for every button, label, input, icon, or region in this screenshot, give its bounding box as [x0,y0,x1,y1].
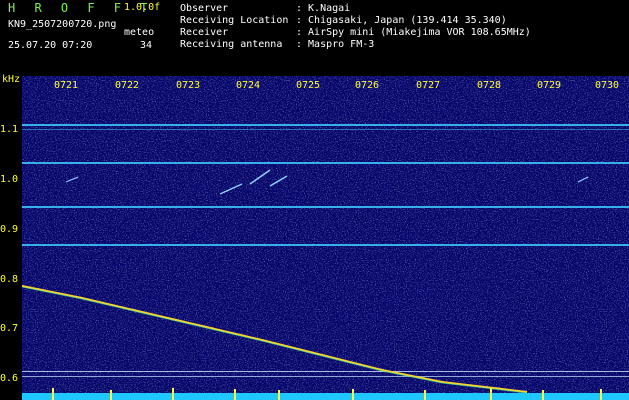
receiver-value: : AirSpy mini (Miakejima VOR 108.65MHz) [296,27,531,38]
meteor-count: 34 [140,40,153,51]
meteo-label: meteo [124,27,155,38]
header: H R O F F T 1.0.0f KN9_2507200720.png me… [0,0,629,74]
x-tick-label: 0730 [595,80,620,91]
spike [424,390,426,400]
x-tick-label: 0728 [477,80,502,91]
x-tick-label: 0722 [115,80,140,91]
spike [490,388,492,400]
spike [172,388,174,400]
antenna-label: Receiving antenna [180,39,283,50]
y-tick-label: 1.0 [0,174,19,185]
spectrogram-canvas [22,76,629,400]
y-tick-label: 0.7 [0,323,19,334]
file-name: KN9_2507200720.png [8,19,117,30]
carrier-line [22,162,629,164]
date-time: 25.07.20 07:20 [8,40,93,51]
carrier-line [22,206,629,208]
receiver-label: Receiver [180,27,229,38]
spike [600,389,602,400]
antenna-value: : Maspro FM-3 [296,39,375,50]
location-value: : Chigasaki, Japan (139.414 35.340) [296,15,507,26]
spike [352,389,354,400]
x-tick-label: 0723 [176,80,201,91]
spike [234,389,236,400]
spike [110,390,112,400]
x-tick-label: 0729 [537,80,562,91]
carrier-line [22,244,629,246]
y-tick-label: 1.1 [0,124,19,135]
bottom-noise-band [22,393,629,400]
carrier-line [22,124,629,126]
x-tick-label: 0724 [236,80,261,91]
waterfall-spectrogram: 0721 0722 0723 0724 0725 0726 0727 0728 … [22,76,629,400]
x-tick-label: 0726 [355,80,380,91]
spike [278,390,280,400]
y-tick-label: 0.6 [0,373,19,384]
x-tick-label: 0727 [416,80,441,91]
carrier-line [22,129,629,130]
carrier-line [22,371,629,372]
y-tick-label: 0.8 [0,274,19,285]
carrier-line [22,376,629,377]
spike [542,390,544,400]
x-tick-label: 0721 [54,80,79,91]
observer-value: : K.Nagai [296,3,351,14]
spike [52,388,54,400]
version-label: 1.0.0f [124,2,161,13]
y-tick-label: 0.9 [0,224,19,235]
observer-label: Observer [180,3,229,14]
y-axis-unit: kHz [2,74,21,85]
x-tick-label: 0725 [296,80,321,91]
location-label: Receiving Location [180,15,289,26]
